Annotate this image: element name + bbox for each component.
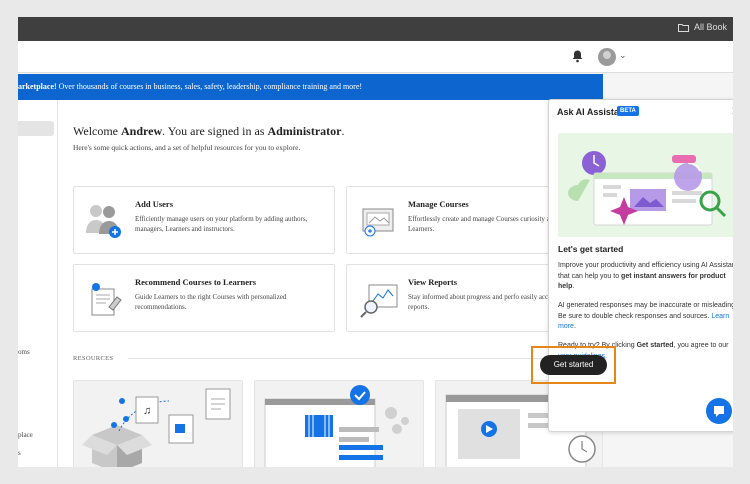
bell-icon[interactable] (571, 49, 584, 63)
main-content: Welcome Andrew. You are signed in as Adm… (58, 100, 603, 467)
ai-illustration (558, 133, 733, 237)
marketplace-banner[interactable]: arketplace! Over thousands of courses in… (18, 74, 603, 100)
resource-card[interactable]: ♫ (73, 380, 243, 467)
panel-heading: Let's get started (558, 244, 624, 254)
all-books-link[interactable]: All Book (677, 22, 727, 32)
banner-bold: arketplace! (18, 82, 57, 91)
card-description: Efficiently manage users on your platfor… (135, 215, 308, 233)
text-span: . (572, 283, 575, 290)
card-description: Guide Learners to the right Courses with… (135, 293, 287, 311)
card-title: View Reports (408, 277, 458, 287)
add-users-card[interactable]: Add Users Efficiently manage users on yo… (73, 186, 335, 254)
close-icon[interactable]: ✕ (731, 104, 733, 118)
welcome-heading: Welcome Andrew. You are signed in as Adm… (73, 124, 344, 139)
left-nav-item[interactable]: s (18, 449, 21, 457)
left-nav-selected-item[interactable] (18, 121, 54, 136)
resource-illustration (264, 385, 409, 467)
view-reports-icon (360, 284, 398, 318)
get-started-highlight: Get started (531, 346, 616, 384)
add-users-icon (86, 205, 121, 238)
welcome-suffix: . (341, 124, 345, 138)
all-books-label: All Book (693, 22, 727, 32)
card-title: Manage Courses (408, 199, 469, 209)
folder-icon (677, 23, 689, 32)
user-name: Andrew (121, 124, 163, 138)
chevron-down-icon[interactable]: ⌄ (619, 51, 627, 61)
top-bar: All Book (18, 17, 733, 41)
chat-icon (714, 406, 724, 417)
avatar[interactable] (598, 48, 616, 66)
text-span: , you agree to our (673, 342, 729, 349)
recommend-courses-card[interactable]: Recommend Courses to Learners Guide Lear… (73, 264, 335, 332)
left-nav-item[interactable]: place (18, 431, 33, 439)
banner-text: Over thousands of courses in business, s… (56, 82, 363, 91)
panel-disclaimer-text: AI generated responses may be inaccurate… (558, 301, 733, 333)
get-started-button[interactable]: Get started (540, 355, 607, 375)
app-header: ⌄ (18, 41, 733, 73)
chat-button[interactable] (706, 398, 732, 424)
user-role: Administrator (267, 124, 342, 138)
resource-illustration: ♫ (82, 388, 231, 467)
beta-badge: BETA (617, 106, 639, 116)
panel-intro-text: Improve your productivity and efficiency… (558, 261, 733, 293)
text-span: AI generated responses may be inaccurate… (558, 302, 733, 320)
card-title: Add Users (135, 199, 174, 209)
welcome-middle: . You are signed in as (162, 124, 268, 138)
text-bold: Get started (636, 342, 674, 349)
resource-card[interactable] (254, 380, 424, 467)
left-nav: oms place s (18, 100, 58, 467)
resources-label: RESOURCES (73, 355, 114, 362)
svg-text:♫: ♫ (143, 405, 151, 417)
welcome-prefix: Welcome (73, 124, 122, 138)
left-nav-item[interactable]: oms (18, 348, 30, 356)
card-title: Recommend Courses to Learners (135, 277, 257, 287)
text-span: . (573, 323, 576, 330)
recommend-courses-icon (91, 283, 122, 316)
app-window: All Book ⌄ arketplace! Over thousands of… (18, 17, 733, 467)
welcome-subtext: Here's some quick actions, and a set of … (73, 143, 301, 152)
manage-courses-icon (362, 208, 394, 237)
